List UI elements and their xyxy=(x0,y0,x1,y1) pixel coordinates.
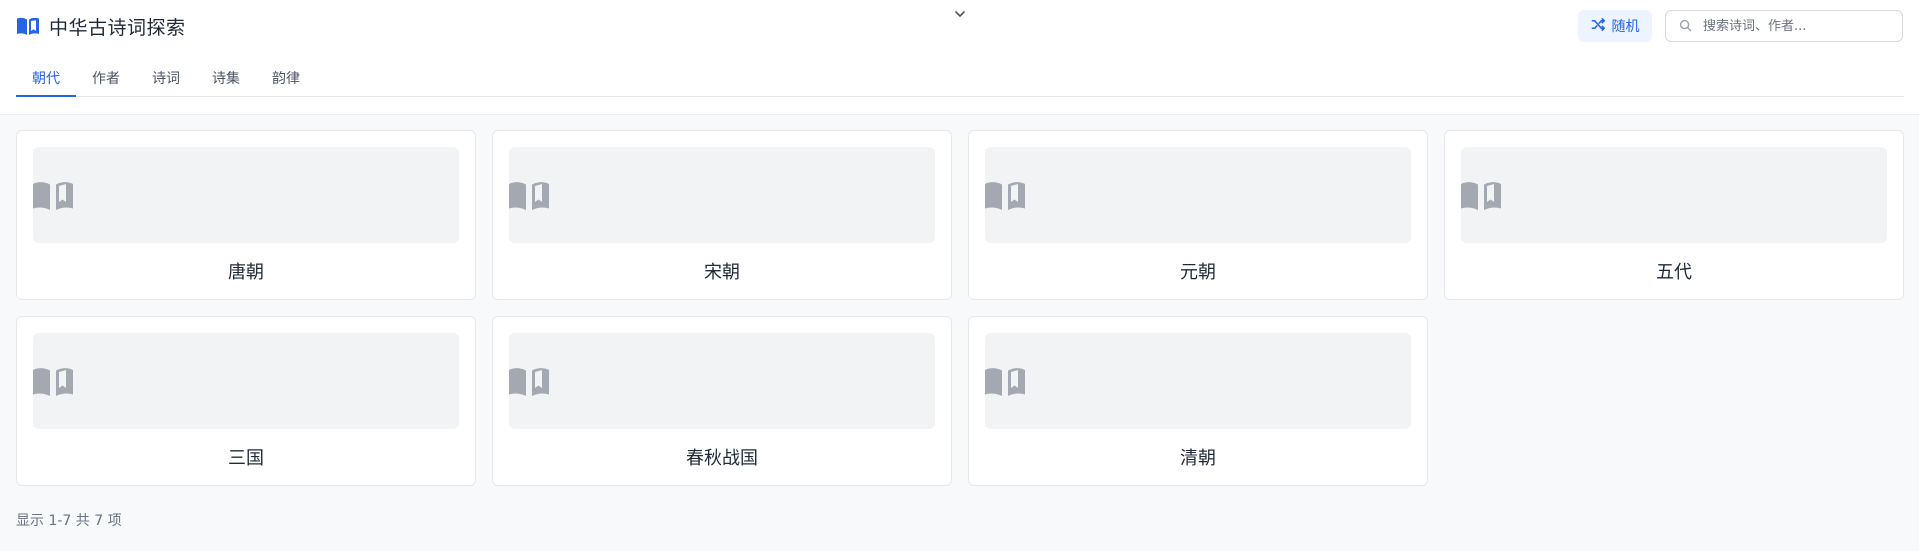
card-title: 春秋战国 xyxy=(686,448,758,469)
book-icon xyxy=(16,16,40,36)
card-title: 宋朝 xyxy=(704,262,740,283)
book-open-icon xyxy=(985,178,1025,212)
card-thumbnail xyxy=(1461,147,1887,243)
tab-dynasty[interactable]: 朝代 xyxy=(16,62,76,97)
dynasty-grid: 唐朝 宋朝 元朝 五代 三国 春秋战国 清朝 xyxy=(16,130,1904,486)
shuffle-icon xyxy=(1591,17,1606,36)
search-icon xyxy=(1666,17,1701,36)
pagination-summary: 显示 1-7 共 7 项 xyxy=(16,513,122,529)
search-box[interactable] xyxy=(1665,10,1903,42)
tab-rhyme[interactable]: 韵律 xyxy=(256,62,316,96)
card-title: 清朝 xyxy=(1180,448,1216,469)
book-open-icon xyxy=(33,178,73,212)
card-thumbnail xyxy=(509,333,935,429)
card-thumbnail xyxy=(33,147,459,243)
collapse-toggle[interactable] xyxy=(950,5,970,25)
card-thumbnail xyxy=(509,147,935,243)
tab-author[interactable]: 作者 xyxy=(76,62,136,96)
dynasty-card-spring-autumn[interactable]: 春秋战国 xyxy=(492,316,952,486)
tab-collection[interactable]: 诗集 xyxy=(196,62,256,96)
category-tabs: 朝代 作者 诗词 诗集 韵律 xyxy=(16,62,1904,97)
card-title: 元朝 xyxy=(1180,262,1216,283)
search-input[interactable] xyxy=(1701,17,1902,35)
dynasty-card-song[interactable]: 宋朝 xyxy=(492,130,952,300)
book-open-icon xyxy=(985,364,1025,398)
tab-poem[interactable]: 诗词 xyxy=(136,62,196,96)
book-open-icon xyxy=(509,178,549,212)
book-open-icon xyxy=(1461,178,1501,212)
card-thumbnail xyxy=(985,333,1411,429)
card-thumbnail xyxy=(985,147,1411,243)
random-button[interactable]: 随机 xyxy=(1578,10,1652,42)
dynasty-card-five-dynasties[interactable]: 五代 xyxy=(1444,130,1904,300)
app-logo[interactable]: 中华古诗词探索 xyxy=(16,13,186,39)
book-open-icon xyxy=(33,364,73,398)
card-title: 唐朝 xyxy=(228,262,264,283)
dynasty-card-tang[interactable]: 唐朝 xyxy=(16,130,476,300)
card-thumbnail xyxy=(33,333,459,429)
card-title: 五代 xyxy=(1656,262,1692,283)
book-open-icon xyxy=(509,364,549,398)
chevron-down-icon xyxy=(953,6,967,25)
app-title: 中华古诗词探索 xyxy=(49,16,186,39)
app-header: 中华古诗词探索 随机 朝代 作者 诗词 xyxy=(0,0,1919,115)
card-title: 三国 xyxy=(228,448,264,469)
random-button-label: 随机 xyxy=(1611,19,1640,35)
dynasty-card-three-kingdoms[interactable]: 三国 xyxy=(16,316,476,486)
dynasty-card-yuan[interactable]: 元朝 xyxy=(968,130,1428,300)
dynasty-card-qing[interactable]: 清朝 xyxy=(968,316,1428,486)
